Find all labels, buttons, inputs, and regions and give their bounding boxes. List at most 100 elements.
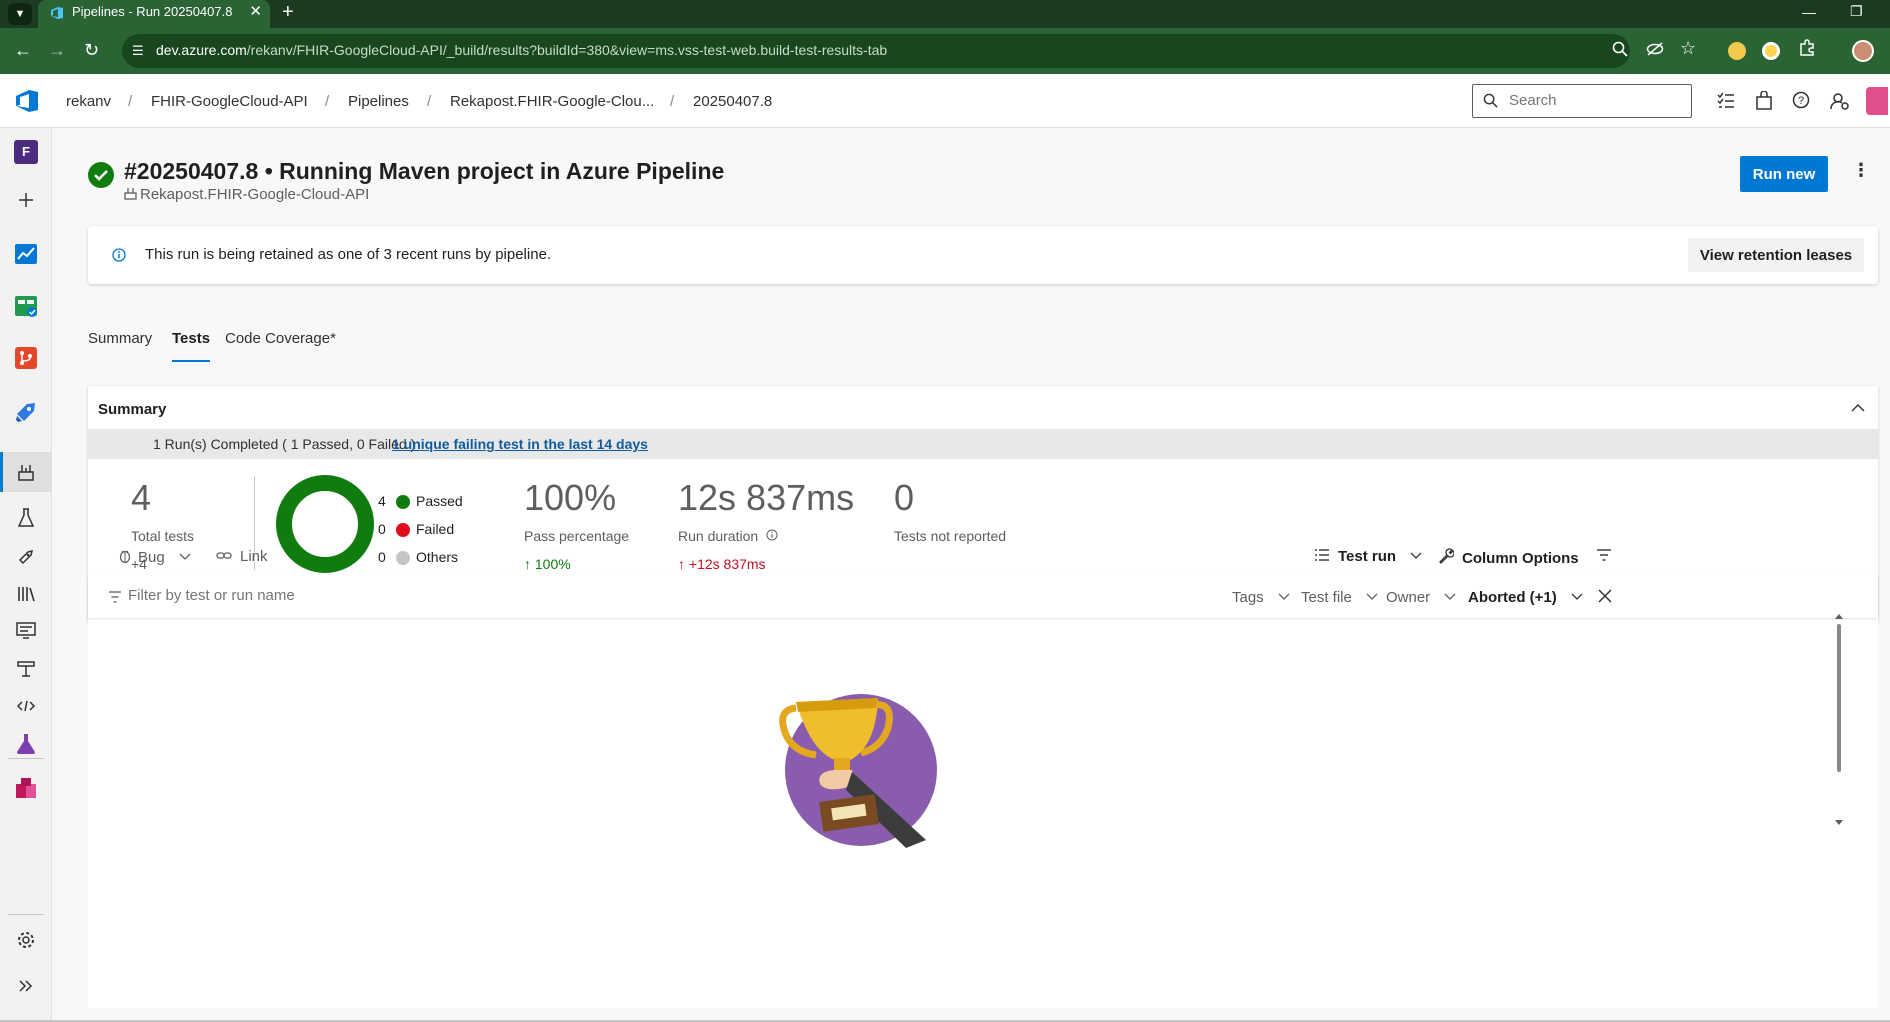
run-new-button[interactable]: Run new bbox=[1740, 156, 1828, 192]
deployment-groups-icon[interactable] bbox=[14, 656, 38, 680]
breadcrumb-pipeline[interactable]: Rekapost.FHIR-Google-Clou... bbox=[450, 93, 654, 110]
tests-not-reported-stat: 0 Tests not reported bbox=[894, 478, 1006, 545]
browser-tab-bar: ▼ Pipelines - Run 20250407.8 ✕ + — ❐ bbox=[0, 0, 1890, 28]
pipelines-icon[interactable] bbox=[14, 400, 38, 424]
add-icon[interactable] bbox=[14, 188, 38, 212]
tags-label: Tags bbox=[1232, 589, 1264, 606]
test-run-group-by-dropdown[interactable]: Test run bbox=[1314, 548, 1422, 565]
project-settings-gear-icon[interactable] bbox=[14, 928, 38, 952]
url-text[interactable]: dev.azure.com/rekanv/FHIR-GoogleCloud-AP… bbox=[156, 42, 887, 58]
azure-devops-logo-icon[interactable] bbox=[14, 88, 40, 114]
back-arrow-icon[interactable]: ← bbox=[14, 40, 32, 60]
test-results-area bbox=[88, 622, 1878, 1008]
pipelines-runs-icon[interactable] bbox=[14, 460, 38, 484]
profile-avatar[interactable] bbox=[1852, 40, 1874, 62]
legend-failed-label: Failed bbox=[416, 521, 455, 537]
unique-failing-test-link[interactable]: 1 unique failing test in the last 14 day… bbox=[392, 436, 648, 452]
boards-icon[interactable] bbox=[14, 294, 38, 318]
url-path: /rekanv/FHIR-GoogleCloud-API/_build/resu… bbox=[246, 42, 888, 58]
tracking-blocked-eye-icon[interactable] bbox=[1646, 41, 1664, 57]
pipeline-name-text: Rekapost.FHIR-Google-Cloud-API bbox=[140, 186, 370, 203]
minimize-window-icon[interactable]: — bbox=[1802, 4, 1816, 20]
search-icon bbox=[1483, 93, 1498, 108]
marketplace-bag-icon[interactable] bbox=[1755, 91, 1773, 111]
legend-passed-label: Passed bbox=[416, 493, 463, 509]
breadcrumb-separator: / bbox=[325, 93, 330, 110]
work-items-list-icon[interactable] bbox=[1716, 91, 1736, 111]
repos-icon[interactable] bbox=[14, 346, 38, 370]
owner-filter-dropdown[interactable]: Owner bbox=[1386, 589, 1456, 606]
breadcrumb-org[interactable]: rekanv bbox=[66, 93, 111, 110]
svg-text:?: ? bbox=[1798, 95, 1804, 107]
user-settings-icon[interactable] bbox=[1830, 91, 1850, 111]
tab-tests[interactable]: Tests bbox=[172, 330, 211, 362]
search-input[interactable] bbox=[1509, 92, 1679, 109]
runs-completed-bar: 1 Run(s) Completed ( 1 Passed, 0 Failed … bbox=[88, 429, 1878, 459]
column-options-button[interactable]: Column Options bbox=[1438, 548, 1579, 567]
bookmark-star-icon[interactable]: ☆ bbox=[1680, 38, 1696, 59]
new-tab-icon[interactable]: + bbox=[282, 0, 294, 24]
search-box[interactable] bbox=[1472, 84, 1692, 118]
breadcrumb-separator: / bbox=[427, 93, 432, 110]
test-run-chevron-down-icon bbox=[1410, 552, 1422, 560]
site-info-icon[interactable]: ☰ bbox=[132, 43, 144, 59]
releases-icon[interactable] bbox=[14, 544, 38, 568]
zoom-icon[interactable] bbox=[1612, 41, 1628, 57]
azure-devops-favicon-icon bbox=[50, 6, 64, 20]
test-file-filter-dropdown[interactable]: Test file bbox=[1301, 589, 1378, 606]
expand-rail-chevron-icon[interactable] bbox=[14, 974, 38, 998]
clear-filters-close-icon[interactable] bbox=[1598, 589, 1612, 603]
bug-chevron-down-icon bbox=[179, 553, 191, 561]
help-icon[interactable]: ? bbox=[1792, 91, 1810, 109]
artifacts-icon[interactable] bbox=[14, 776, 38, 800]
filter-toggle-icon[interactable] bbox=[1596, 548, 1612, 562]
run-title: #20250407.8 • Running Maven project in A… bbox=[124, 158, 725, 184]
rail-divider bbox=[8, 758, 44, 759]
project-avatar[interactable]: F bbox=[14, 140, 38, 164]
task-groups-icon[interactable] bbox=[14, 618, 38, 642]
results-scrollbar[interactable] bbox=[1834, 612, 1844, 828]
link-button[interactable]: Link bbox=[216, 548, 268, 565]
environments-icon[interactable] bbox=[14, 506, 38, 530]
tab-code-coverage[interactable]: Code Coverage* bbox=[225, 330, 336, 347]
filter-input[interactable] bbox=[128, 587, 528, 604]
pipeline-icon bbox=[124, 187, 137, 200]
library-icon[interactable] bbox=[14, 582, 38, 606]
extensions-puzzle-icon[interactable] bbox=[1798, 39, 1816, 57]
browser-tab-pipelines[interactable]: Pipelines - Run 20250407.8 ✕ bbox=[38, 0, 270, 28]
test-plans-icon[interactable] bbox=[14, 732, 38, 756]
url-host: dev.azure.com bbox=[156, 42, 247, 58]
wrench-icon bbox=[1438, 548, 1454, 564]
test-file-label: Test file bbox=[1301, 589, 1352, 606]
browser-tab-title: Pipelines - Run 20250407.8 bbox=[72, 4, 233, 19]
extension-two-icon[interactable] bbox=[1762, 42, 1780, 60]
breadcrumb-run[interactable]: 20250407.8 bbox=[693, 93, 772, 110]
xaml-code-icon[interactable] bbox=[14, 694, 38, 718]
omnibox[interactable]: ☰ dev.azure.com/rekanv/FHIR-GoogleCloud-… bbox=[122, 34, 1630, 68]
close-tab-icon[interactable]: ✕ bbox=[249, 0, 262, 24]
breadcrumb-pipelines[interactable]: Pipelines bbox=[348, 93, 409, 110]
view-retention-leases-button[interactable]: View retention leases bbox=[1688, 238, 1864, 272]
restore-window-icon[interactable]: ❐ bbox=[1850, 3, 1863, 19]
tab-summary[interactable]: Summary bbox=[88, 330, 152, 347]
run-duration-value: 12s 837ms bbox=[678, 477, 855, 518]
tags-filter-dropdown[interactable]: Tags bbox=[1232, 589, 1290, 606]
forward-arrow-icon[interactable]: → bbox=[48, 40, 66, 60]
more-actions-icon[interactable]: ⋮ bbox=[1852, 160, 1870, 181]
collapse-chevron-up-icon[interactable] bbox=[1850, 400, 1866, 416]
extension-one-icon[interactable] bbox=[1728, 42, 1746, 60]
breadcrumb-project[interactable]: FHIR-GoogleCloud-API bbox=[151, 93, 308, 110]
info-icon bbox=[112, 248, 126, 262]
link-icon bbox=[216, 549, 232, 563]
test-file-chevron-down-icon bbox=[1366, 593, 1378, 601]
run-succeeded-check-icon bbox=[88, 162, 114, 188]
user-avatar[interactable] bbox=[1866, 87, 1888, 115]
link-label: Link bbox=[240, 548, 268, 565]
breadcrumb-separator: / bbox=[670, 93, 675, 110]
tab-search-chevron-icon[interactable]: ▼ bbox=[8, 3, 32, 25]
run-pipeline-name[interactable]: Rekapost.FHIR-Google-Cloud-API bbox=[124, 186, 369, 203]
bug-dropdown[interactable]: Bug bbox=[118, 548, 191, 566]
overview-icon[interactable] bbox=[14, 242, 38, 266]
reload-icon[interactable]: ↻ bbox=[84, 40, 99, 60]
outcome-filter-dropdown[interactable]: Aborted (+1) bbox=[1468, 589, 1583, 606]
